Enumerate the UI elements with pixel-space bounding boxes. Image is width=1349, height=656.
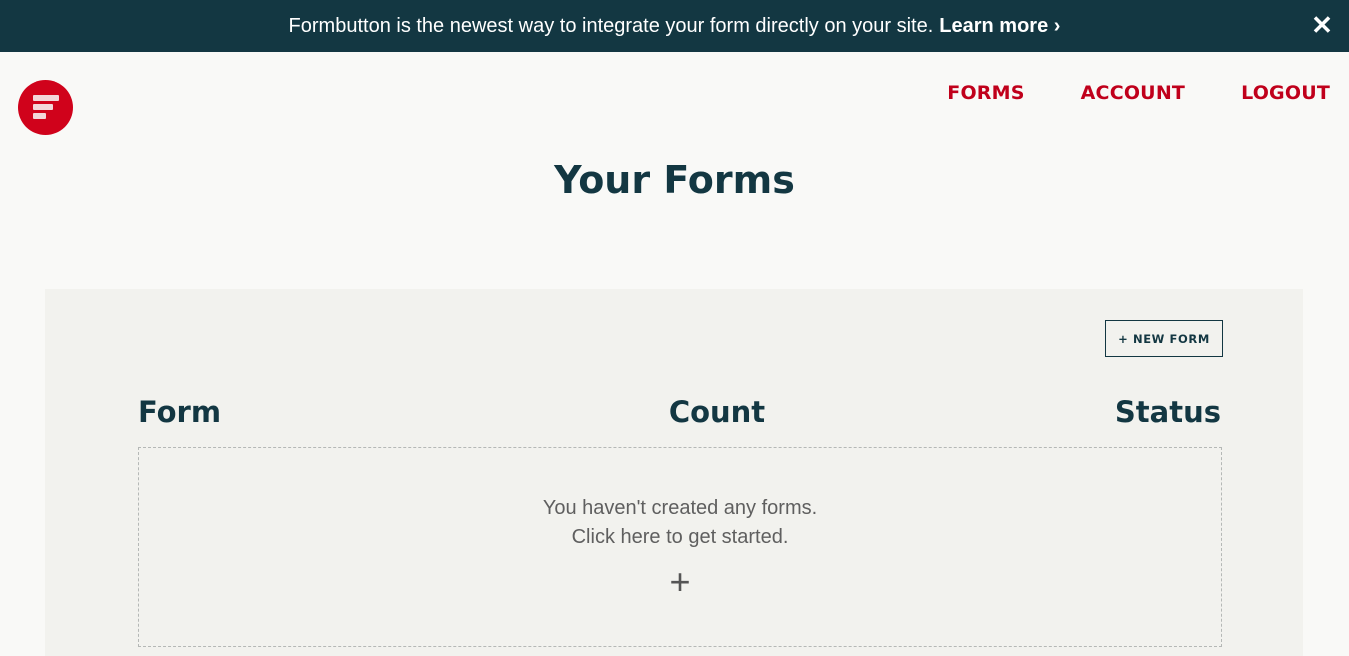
formbutton-logo-icon[interactable] [18, 80, 73, 135]
plus-icon: + [669, 561, 691, 602]
learn-more-link[interactable]: Learn more › [939, 15, 1060, 38]
forms-panel: + NEW FORM Form Count Status You haven't… [45, 289, 1303, 656]
new-form-button[interactable]: + NEW FORM [1105, 320, 1223, 357]
empty-state-line1: You haven't created any forms. [542, 497, 818, 519]
page-title: Your Forms [554, 158, 795, 202]
banner-message: Formbutton is the newest way to integrat… [288, 14, 934, 37]
main-nav: FORMS ACCOUNT LOGOUT [947, 82, 1330, 104]
nav-forms[interactable]: FORMS [947, 82, 1024, 104]
announcement-banner: Formbutton is the newest way to integrat… [0, 0, 1349, 52]
column-header-status: Status [1114, 395, 1221, 429]
close-icon[interactable]: ✕ [1311, 12, 1333, 38]
nav-logout[interactable]: LOGOUT [1241, 82, 1330, 104]
empty-state-line2: Click here to get started. [571, 526, 789, 548]
empty-state-create-form[interactable]: You haven't created any forms. Click her… [138, 447, 1222, 647]
nav-account[interactable]: ACCOUNT [1081, 82, 1185, 104]
